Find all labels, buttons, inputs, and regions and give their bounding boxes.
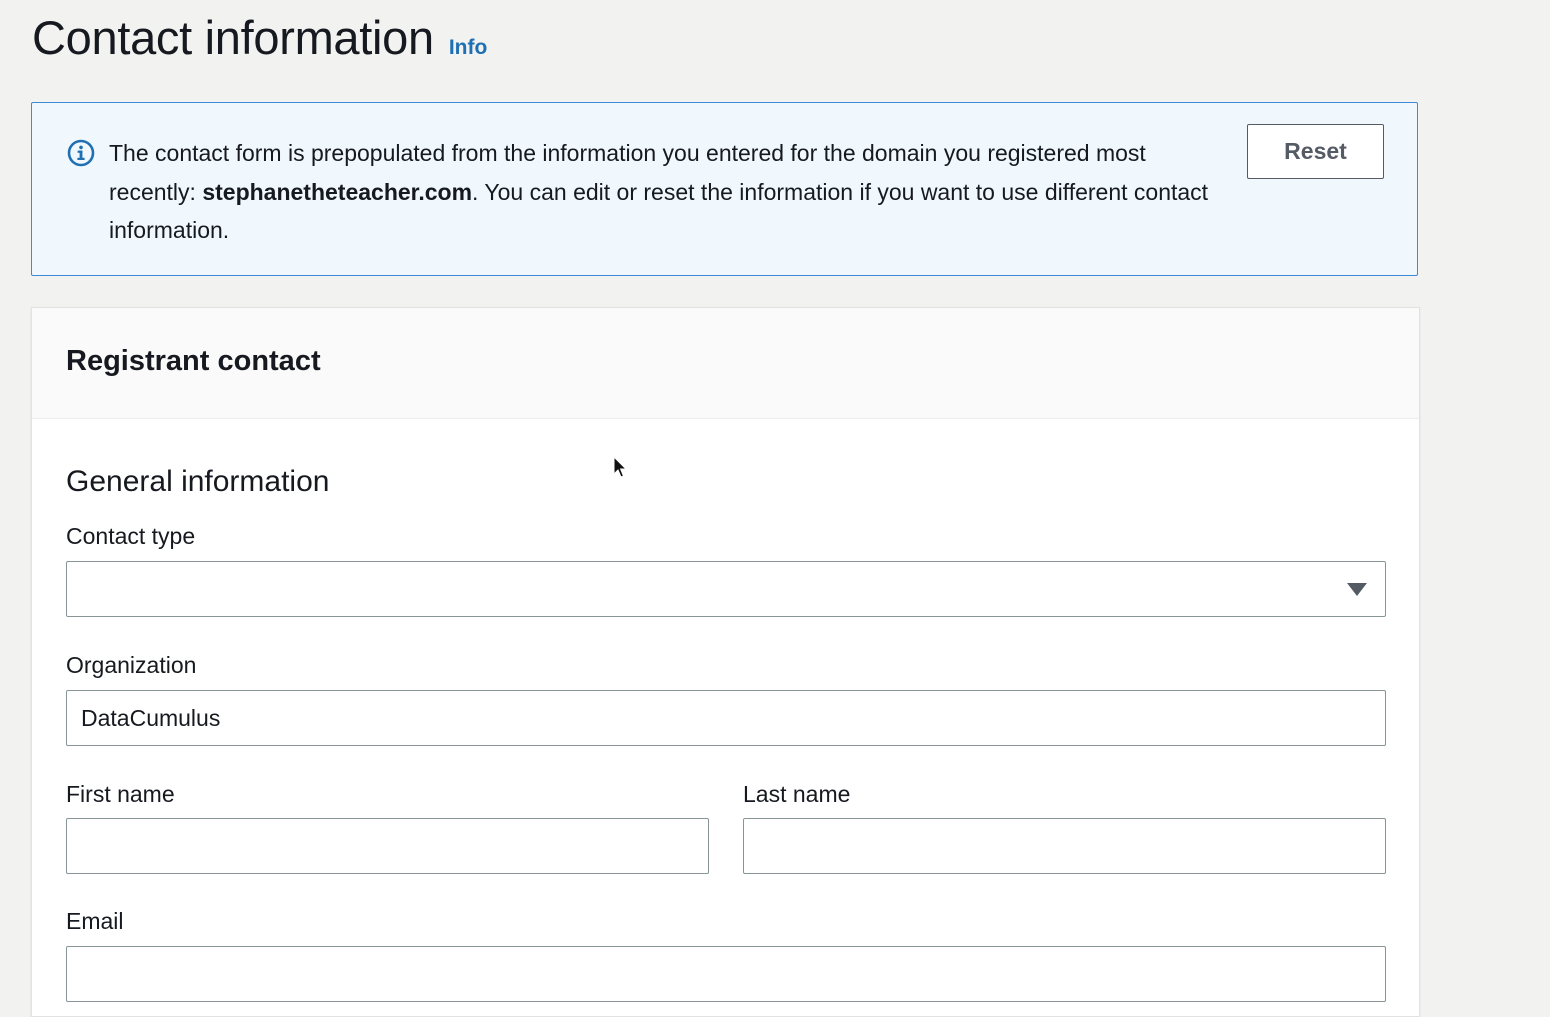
alert-domain: stephanetheteacher.com xyxy=(202,178,473,205)
page-title: Contact information xyxy=(32,11,434,64)
panel-title: Registrant contact xyxy=(66,345,321,377)
first-name-input[interactable] xyxy=(66,818,709,874)
caret-down-icon xyxy=(1347,583,1367,596)
contact-type-select[interactable] xyxy=(66,561,1386,617)
mouse-pointer-icon xyxy=(613,456,627,478)
info-alert: The contact form is prepopulated from th… xyxy=(31,102,1418,276)
section-title: General information xyxy=(66,465,330,498)
organization-input[interactable] xyxy=(66,690,1386,746)
info-circle-icon xyxy=(67,139,95,167)
panel-header: Registrant contact xyxy=(32,308,1419,419)
email-input[interactable] xyxy=(66,946,1386,1002)
last-name-label: Last name xyxy=(743,781,851,807)
organization-label: Organization xyxy=(66,652,197,678)
last-name-input[interactable] xyxy=(743,818,1386,874)
email-label: Email xyxy=(66,908,124,934)
page-header: Contact information Info xyxy=(32,10,487,66)
reset-button[interactable]: Reset xyxy=(1247,124,1384,179)
registrant-contact-panel: Registrant contact General information C… xyxy=(31,307,1420,1017)
info-link[interactable]: Info xyxy=(449,36,487,60)
alert-message: The contact form is prepopulated from th… xyxy=(109,134,1219,250)
first-name-label: First name xyxy=(66,781,175,807)
contact-type-label: Contact type xyxy=(66,523,196,549)
